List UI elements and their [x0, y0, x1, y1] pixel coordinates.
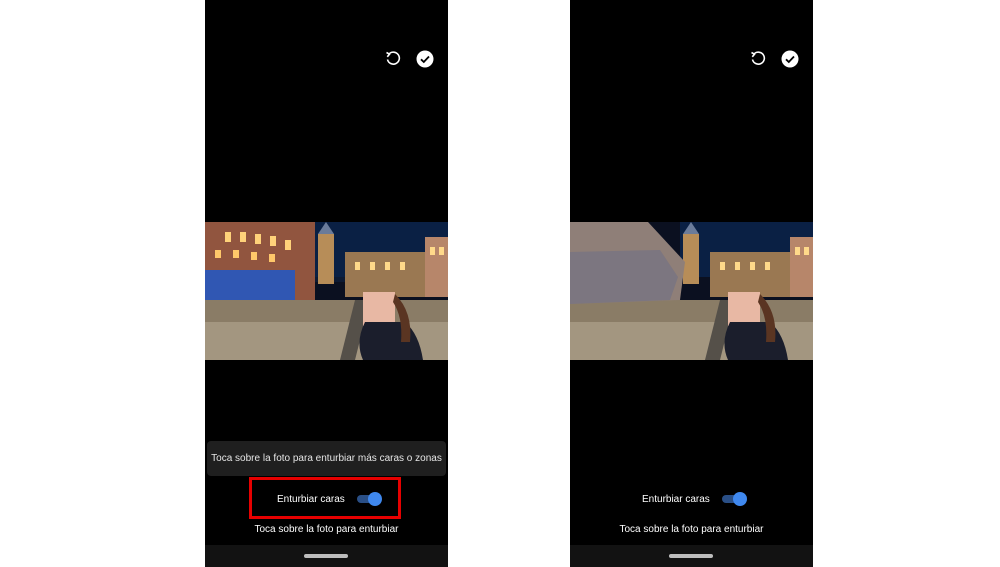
highlight-annotation-box	[249, 477, 401, 519]
footer-instruction: Toca sobre la foto para enturbiar	[254, 524, 399, 535]
toggle-label: Enturbiar caras	[642, 493, 710, 505]
home-gesture-pill[interactable]	[304, 554, 348, 558]
photo-canvas[interactable]	[205, 222, 448, 360]
done-button[interactable]	[415, 49, 435, 69]
navigation-bar	[205, 545, 448, 567]
plaza-night-photo-blurred	[570, 222, 813, 360]
blurred-face-region	[363, 292, 395, 326]
footer-instruction: Toca sobre la foto para enturbiar	[619, 524, 764, 535]
undo-button[interactable]	[383, 49, 403, 69]
done-button[interactable]	[780, 49, 800, 69]
undo-button[interactable]	[748, 49, 768, 69]
blur-faces-toggle-row: Enturbiar caras	[642, 487, 747, 511]
undo-icon	[386, 51, 401, 65]
photo-canvas[interactable]	[570, 222, 813, 360]
check-circle-icon	[781, 50, 799, 68]
phone-screen-right: Enturbiar caras Toca sobre la foto para …	[570, 0, 813, 567]
undo-icon	[751, 51, 766, 65]
comparison-canvas: Toca sobre la foto para enturbiar más ca…	[0, 0, 1000, 567]
plaza-night-photo	[205, 222, 448, 360]
home-gesture-pill[interactable]	[669, 554, 713, 558]
hint-toast: Toca sobre la foto para enturbiar más ca…	[207, 441, 446, 476]
blur-faces-switch[interactable]	[721, 492, 747, 506]
blurred-face-region	[728, 292, 760, 326]
switch-thumb	[732, 492, 747, 506]
navigation-bar	[570, 545, 813, 567]
check-circle-icon	[416, 50, 434, 68]
